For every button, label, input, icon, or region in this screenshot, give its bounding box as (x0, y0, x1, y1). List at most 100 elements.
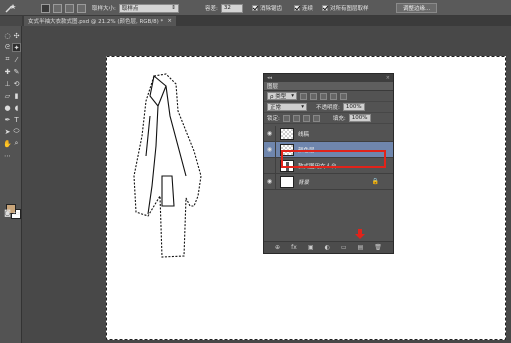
antialias-checkbox[interactable] (252, 5, 258, 11)
sample-all-layers-checkbox[interactable] (322, 5, 328, 11)
smart-object-filter-icon[interactable] (340, 92, 347, 100)
adjustment-layer-icon[interactable]: ◐ (325, 244, 330, 251)
sample-size-label: 取样大小: (92, 6, 116, 12)
tolerance-input[interactable]: 32 (220, 3, 243, 13)
fill-input[interactable]: 100% (348, 114, 371, 122)
dodge-tool-icon[interactable]: ◖ (12, 103, 21, 112)
adjustment-filter-icon[interactable] (310, 92, 317, 100)
brush-tool-icon[interactable]: ✎ (12, 67, 21, 76)
antialias-option[interactable]: 消除锯齿 (252, 3, 282, 13)
type-tool-icon[interactable]: T (12, 115, 21, 124)
layers-panel-titlebar: ◂◂ × (264, 74, 393, 82)
layer-name: 线稿 (298, 131, 310, 138)
chevron-down-icon: ▾ (301, 104, 304, 110)
type-filter-icon[interactable] (320, 92, 327, 100)
layer-row[interactable]: ◉ 背景 🔒 (264, 173, 393, 190)
pixel-filter-icon[interactable] (300, 92, 307, 100)
contiguous-option[interactable]: 连续 (294, 3, 313, 13)
kind-filter-select[interactable]: ρ 类型 ▾ (267, 92, 297, 100)
quick-mask-icon[interactable]: ◙ (3, 208, 12, 217)
sample-size-group: 取样大小: 取样点 ⇕ (92, 3, 179, 13)
move-tool-icon[interactable]: ✣ (12, 31, 21, 40)
intersect-selection-icon[interactable] (77, 3, 86, 13)
new-selection-icon[interactable] (41, 3, 50, 13)
add-selection-icon[interactable] (53, 3, 62, 13)
shape-filter-icon[interactable] (330, 92, 337, 100)
tolerance-value: 32 (223, 5, 231, 11)
options-bar: 取样大小: 取样点 ⇕ 容差: 32 消除锯齿 连续 对所有图层取样 调整边缘.… (0, 0, 511, 16)
lock-pixels-icon[interactable] (292, 114, 300, 122)
close-icon[interactable]: × (167, 18, 172, 24)
lock-all-icon[interactable] (312, 114, 320, 122)
antialias-label: 消除锯齿 (260, 6, 283, 12)
chevron-down-icon: ⇕ (171, 5, 176, 11)
healing-brush-icon[interactable]: ✚ (3, 67, 12, 76)
hand-tool-icon[interactable]: ✋ (3, 139, 12, 148)
crop-tool-icon[interactable]: ⌗ (3, 55, 12, 64)
opacity-value: 100% (345, 104, 362, 110)
pen-tool-icon[interactable]: ✒ (3, 115, 12, 124)
document-tab[interactable]: 女式半袖大衣款式图.psd @ 21.2% (颜色层, RGB/8) * × (24, 16, 176, 26)
eraser-tool-icon[interactable]: ▱ (3, 91, 12, 100)
eye-hidden-icon[interactable] (264, 157, 276, 174)
blend-mode-select[interactable]: 正常 ▾ (267, 103, 307, 111)
magic-wand-tool-preset[interactable] (4, 3, 18, 13)
sample-all-layers-option[interactable]: 对所有图层取样 (322, 3, 369, 13)
lock-label: 锁定: (267, 116, 280, 122)
blend-row: 正常 ▾ 不透明度: 100% (264, 102, 393, 113)
blur-tool-icon[interactable]: ● (3, 103, 12, 112)
eye-icon[interactable]: ◉ (264, 125, 276, 142)
kind-filter-value: ρ 类型 (270, 94, 287, 100)
marquee-tool-icon[interactable]: ◌ (3, 31, 12, 40)
layers-tab[interactable]: 图层 (264, 82, 393, 91)
eye-icon[interactable]: ◉ (264, 141, 276, 158)
eye-icon[interactable]: ◉ (264, 173, 276, 190)
document-tab-bar: 女式半袖大衣款式图.psd @ 21.2% (颜色层, RGB/8) * × (22, 16, 511, 26)
screen-mode-icon[interactable]: ▭ (12, 208, 21, 217)
opacity-label: 不透明度: (316, 105, 340, 111)
layer-thumbnail (280, 127, 294, 140)
layer-highlight-box (281, 150, 386, 168)
zoom-tool-icon[interactable]: ⌕ (12, 139, 21, 148)
more-tools-icon[interactable]: ⋯ (3, 151, 12, 160)
new-layer-icon[interactable]: ▤ (358, 244, 364, 251)
fx-icon[interactable]: fx (291, 244, 297, 251)
lock-row: 锁定: 填充: 100% (264, 113, 393, 124)
subtract-selection-icon[interactable] (65, 3, 74, 13)
fill-label: 填充: (332, 116, 346, 122)
opacity-input[interactable]: 100% (342, 103, 365, 111)
layer-name: 背景 (298, 179, 310, 186)
link-layers-icon[interactable]: ⊕ (275, 244, 280, 251)
sample-size-select[interactable]: 取样点 ⇕ (118, 3, 179, 13)
panel-collapse-icon[interactable]: ◂◂ (267, 75, 272, 81)
lock-position-icon[interactable] (302, 114, 310, 122)
chevron-down-icon: ▾ (291, 93, 294, 99)
layers-tab-label: 图层 (267, 84, 279, 90)
eyedropper-tool-icon[interactable]: ⁄ (12, 55, 21, 64)
layer-row[interactable]: ◉ 线稿 (264, 125, 393, 142)
gradient-tool-icon[interactable]: ▮ (12, 91, 21, 100)
magic-wand-tool-icon[interactable]: ✦ (12, 43, 21, 52)
sample-all-layers-label: 对所有图层取样 (330, 6, 369, 12)
contiguous-checkbox[interactable] (294, 5, 300, 11)
lasso-tool-icon[interactable]: ᘓ (3, 43, 12, 52)
refine-edge-button[interactable]: 调整边缘... (396, 3, 438, 13)
lock-transparency-icon[interactable] (282, 114, 290, 122)
add-mask-icon[interactable]: ▣ (308, 244, 314, 251)
history-brush-icon[interactable]: ⟲ (12, 79, 21, 88)
blend-mode-value: 正常 (270, 105, 282, 111)
selection-mode-group (41, 3, 86, 13)
clone-stamp-icon[interactable]: ⊥ (3, 79, 12, 88)
panel-close-icon[interactable]: × (386, 75, 390, 81)
red-arrow-down-icon (355, 229, 365, 239)
shape-tool-icon[interactable]: ⬭ (12, 127, 21, 136)
trash-icon[interactable]: 🗑 (374, 244, 382, 251)
layers-panel-footer: ⊕ fx ▣ ◐ ▭ ▤ 🗑 (264, 241, 393, 253)
sample-size-value: 取样点 (121, 6, 139, 12)
layer-thumbnail (280, 175, 294, 188)
fill-value: 100% (351, 115, 368, 121)
new-group-icon[interactable]: ▭ (341, 244, 347, 251)
document-title: 女式半袖大衣款式图.psd @ 21.2% (颜色层, RGB/8) * (28, 19, 164, 25)
magic-wand-icon (5, 4, 16, 13)
path-selection-icon[interactable]: ➤ (3, 127, 12, 136)
